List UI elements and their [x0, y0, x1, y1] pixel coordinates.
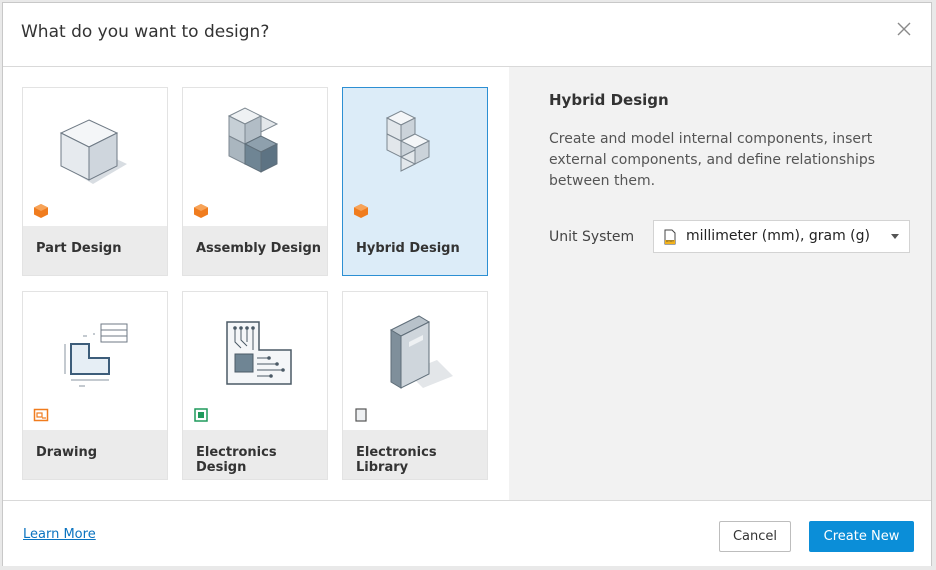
library-book-icon [389, 315, 453, 389]
electronics-board-icon [226, 321, 292, 385]
dialog-header: What do you want to design? [3, 3, 931, 67]
tile-label: Assembly Design [183, 226, 327, 275]
create-new-button[interactable]: Create New [809, 521, 914, 552]
orange-cube-badge-icon [354, 204, 368, 218]
tile-electronics-library[interactable]: Electronics Library [342, 291, 488, 480]
unit-document-icon [664, 229, 676, 245]
tile-label: Electronics Library [343, 430, 487, 479]
tile-label: Hybrid Design [343, 226, 487, 275]
assembly-cubes-icon [227, 107, 279, 173]
dialog-title: What do you want to design? [21, 22, 270, 42]
tile-electronics-design[interactable]: Electronics Design [182, 291, 328, 480]
create-design-dialog: What do you want to design? Part Design [2, 2, 932, 566]
hybrid-cubes-icon [385, 110, 431, 172]
unit-system-value: millimeter (mm), gram (g) [686, 228, 870, 244]
details-description: Create and model internal components, in… [549, 131, 876, 189]
design-details-panel: Hybrid Design Create and model internal … [509, 67, 931, 500]
learn-more-link[interactable]: Learn More [23, 527, 96, 542]
details-title: Hybrid Design [549, 91, 669, 109]
part-cube-icon [59, 119, 127, 184]
cancel-button[interactable]: Cancel [719, 521, 791, 552]
electronics-badge-icon [194, 408, 208, 422]
tile-hybrid-design[interactable]: Hybrid Design [342, 87, 488, 276]
tile-label: Electronics Design [183, 430, 327, 479]
close-icon[interactable] [895, 20, 913, 38]
tile-label: Part Design [23, 226, 167, 275]
dialog-footer: Learn More Cancel Create New [3, 500, 931, 566]
unit-system-select[interactable]: millimeter (mm), gram (g) [653, 220, 910, 253]
tile-assembly-design[interactable]: Assembly Design [182, 87, 328, 276]
chevron-down-icon [891, 234, 899, 239]
tile-part-design[interactable]: Part Design [22, 87, 168, 276]
tile-label: Drawing [23, 430, 167, 479]
unit-system-label: Unit System [549, 229, 635, 245]
design-type-grid: Part Design Assembly Design Hybrid Desig… [3, 67, 509, 500]
drawing-icon [64, 323, 128, 387]
tile-drawing[interactable]: Drawing [22, 291, 168, 480]
book-badge-icon [355, 408, 367, 422]
orange-cube-badge-icon [34, 204, 48, 218]
orange-cube-badge-icon [194, 204, 208, 218]
drawing-badge-icon [33, 408, 49, 422]
